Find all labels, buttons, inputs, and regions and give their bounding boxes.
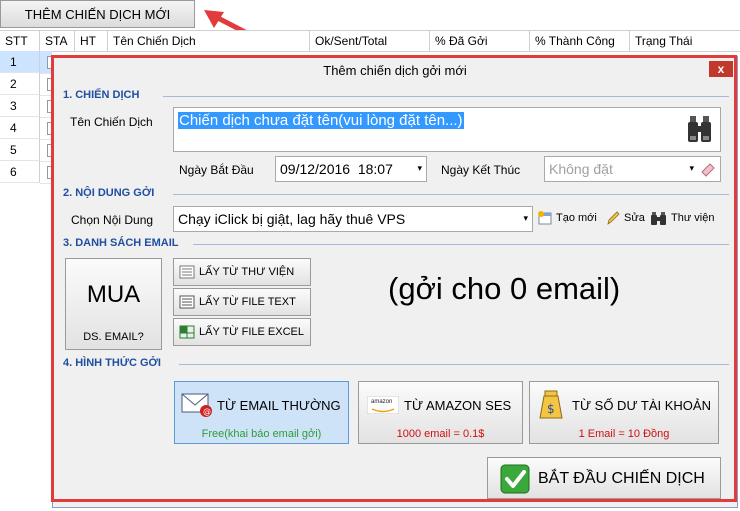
- send-option-normal-email-label: TỪ EMAIL THƯỜNG: [217, 398, 341, 413]
- row-checkbox[interactable]: [40, 117, 54, 140]
- row-checkbox[interactable]: [40, 161, 54, 184]
- section-divider: [179, 364, 729, 365]
- start-campaign-label: BẮT ĐẦU CHIẾN DỊCH: [538, 470, 705, 487]
- campaign-table-rows: 1 2 3 4 5 6: [0, 51, 54, 191]
- send-option-amazon-ses-sub: 1000 email = 0.1$: [396, 428, 485, 440]
- content-library-label: Thư viện: [671, 212, 715, 224]
- edit-content-label: Sửa: [624, 212, 645, 224]
- new-campaign-dialog: Thêm chiến dịch gởi mới x 1. CHIẾN DỊCH …: [52, 56, 738, 508]
- amazon-logo-text: amazon: [371, 399, 393, 405]
- content-label: Chọn Nội Dung: [71, 213, 154, 227]
- start-campaign-button[interactable]: BẮT ĐẦU CHIẾN DỊCH: [487, 457, 721, 499]
- edit-content-button[interactable]: Sửa: [605, 210, 645, 226]
- from-text-file-button[interactable]: LẤY TỪ FILE TEXT: [173, 288, 311, 316]
- send-option-normal-email-sub: Free(khai báo email gởi): [201, 428, 322, 440]
- campaign-name-label: Tên Chiến Dịch: [70, 115, 153, 129]
- from-library-button[interactable]: LẤY TỪ THƯ VIỆN: [173, 258, 311, 286]
- svg-text:$: $: [547, 402, 555, 416]
- new-content-button[interactable]: Tạo mới: [537, 210, 597, 226]
- dropdown-arrow-icon[interactable]: ▾: [689, 163, 694, 174]
- dropdown-arrow-icon[interactable]: ▾: [417, 163, 422, 174]
- table-row[interactable]: 1: [0, 51, 40, 73]
- column-header-sta[interactable]: STA: [40, 31, 75, 51]
- row-checkbox[interactable]: [40, 95, 54, 118]
- section-divider: [173, 194, 729, 195]
- campaign-name-input[interactable]: Chiến dịch chưa đặt tên(vui lòng đặt tên…: [173, 107, 721, 152]
- send-option-amazon-ses-label: TỪ AMAZON SES: [404, 398, 512, 413]
- section-divider: [163, 96, 729, 97]
- send-option-account-balance[interactable]: $ TỪ SỐ DƯ TÀI KHOẢN 1 Email = 10 Đồng: [529, 381, 719, 444]
- send-option-amazon-ses[interactable]: amazon TỪ AMAZON SES 1000 email = 0.1$: [358, 381, 523, 444]
- money-bag-icon: $: [539, 390, 563, 419]
- binoculars-icon: [651, 212, 666, 225]
- column-header-status[interactable]: Trạng Thái: [630, 31, 740, 51]
- binoculars-icon[interactable]: [688, 114, 712, 144]
- end-date-label: Ngày Kết Thúc: [441, 163, 521, 177]
- dropdown-arrow-icon[interactable]: ▾: [523, 213, 528, 224]
- add-campaign-label: THÊM CHIẾN DỊCH MỚI: [24, 6, 171, 22]
- pencil-icon: [607, 211, 620, 225]
- buy-email-list-big-label: MUA: [86, 281, 141, 308]
- add-campaign-button[interactable]: THÊM CHIẾN DỊCH MỚI: [0, 0, 195, 28]
- row-checkbox[interactable]: [40, 73, 54, 96]
- from-excel-file-button[interactable]: LẤY TỪ FILE EXCEL: [173, 318, 311, 346]
- campaign-table-header: STT STA HT Tên Chiến Dịch Ok/Sent/Total …: [0, 30, 740, 52]
- library-icon: [179, 265, 195, 279]
- content-library-button[interactable]: Thư viện: [650, 210, 714, 226]
- section-divider: [193, 244, 729, 245]
- eraser-icon[interactable]: [700, 161, 716, 177]
- section-content-heading: 2. NỘI DUNG GỞI: [63, 187, 155, 199]
- new-document-icon: [538, 211, 552, 225]
- content-select-value: Chạy iClick bị giật, lag hãy thuê VPS: [178, 211, 406, 227]
- text-file-icon: [179, 295, 195, 309]
- column-header-name[interactable]: Tên Chiến Dịch: [108, 31, 310, 51]
- buy-email-list-button[interactable]: MUA DS. EMAIL?: [65, 258, 162, 350]
- column-header-ok-sent-total[interactable]: Ok/Sent/Total: [310, 31, 430, 51]
- campaign-name-value: Chiến dịch chưa đặt tên(vui lòng đặt tên…: [178, 112, 464, 129]
- from-text-file-label: LẤY TỪ FILE TEXT: [199, 296, 296, 308]
- buy-email-list-small-label: DS. EMAIL?: [83, 331, 144, 343]
- row-checkbox[interactable]: [40, 139, 54, 162]
- column-header-success-percent[interactable]: % Thành Công: [530, 31, 630, 51]
- email-count-text: (gởi cho 0 email): [388, 271, 621, 306]
- content-select[interactable]: Chạy iClick bị giật, lag hãy thuê VPS ▾: [173, 206, 533, 232]
- table-row[interactable]: 5: [0, 139, 40, 161]
- svg-text:@: @: [203, 407, 211, 416]
- section-email-list-heading: 3. DANH SÁCH EMAIL: [63, 237, 179, 249]
- column-header-sent-percent[interactable]: % Đã Gởi: [430, 31, 530, 51]
- table-row[interactable]: 2: [0, 73, 40, 95]
- email-icon: @: [181, 393, 212, 417]
- section-campaign-heading: 1. CHIẾN DỊCH: [63, 89, 140, 101]
- column-header-stt[interactable]: STT: [0, 31, 40, 51]
- start-date-value: 09/12/2016 18:07: [280, 161, 393, 177]
- dialog-title: Thêm chiến dịch gởi mới: [323, 63, 467, 78]
- start-date-label: Ngày Bắt Đầu: [179, 163, 254, 177]
- checkmark-icon: [500, 464, 530, 494]
- close-button[interactable]: x: [709, 61, 733, 77]
- excel-file-icon: [179, 325, 195, 339]
- send-option-account-balance-sub: 1 Email = 10 Đồng: [578, 428, 670, 440]
- column-header-ht[interactable]: HT: [75, 31, 108, 51]
- table-row[interactable]: 4: [0, 117, 40, 139]
- end-date-picker[interactable]: Không đặt ▾: [544, 156, 721, 182]
- end-date-value: Không đặt: [549, 161, 613, 177]
- row-checkbox[interactable]: [40, 51, 54, 74]
- table-row[interactable]: 3: [0, 95, 40, 117]
- new-content-label: Tạo mới: [556, 212, 597, 224]
- table-row[interactable]: 6: [0, 161, 40, 183]
- from-library-label: LẤY TỪ THƯ VIỆN: [199, 266, 295, 278]
- send-option-normal-email[interactable]: @ TỪ EMAIL THƯỜNG Free(khai báo email gở…: [174, 381, 349, 444]
- from-excel-file-label: LẤY TỪ FILE EXCEL: [199, 326, 304, 338]
- start-date-picker[interactable]: 09/12/2016 18:07 ▾: [275, 156, 427, 182]
- send-option-account-balance-label: TỪ SỐ DƯ TÀI KHOẢN: [572, 398, 711, 413]
- section-send-method-heading: 4. HÌNH THỨC GỞI: [63, 357, 161, 369]
